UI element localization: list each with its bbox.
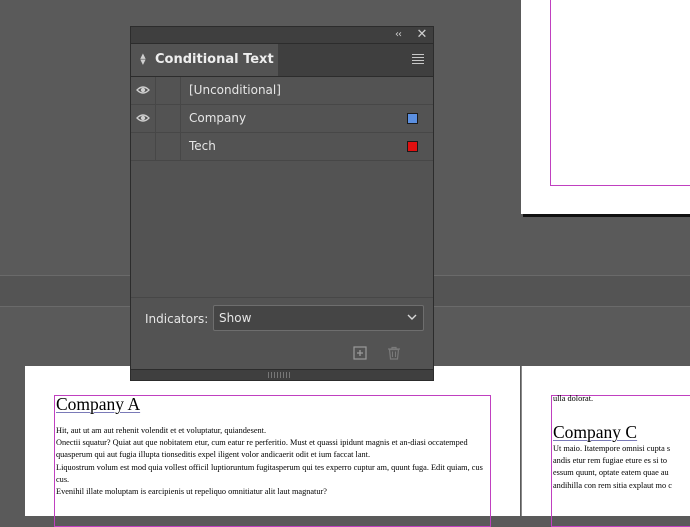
hamburger-menu-icon[interactable] xyxy=(412,54,424,64)
margin-guide xyxy=(550,0,690,186)
visibility-toggle[interactable] xyxy=(131,77,156,104)
paragraph: essum quunt, optate eatem quae au xyxy=(553,468,669,478)
text-line: ulla dolorat. xyxy=(553,394,594,403)
paragraph: Evenihil illate moluptam is earcipienis … xyxy=(56,487,327,497)
tab-expand-icon[interactable]: ▲ ▼ xyxy=(139,53,147,67)
document-page-right[interactable]: ulla dolorat. Company C Ut maio. Itatemp… xyxy=(521,366,690,527)
eye-icon[interactable] xyxy=(136,85,150,95)
condition-label: Tech xyxy=(189,139,216,153)
heading-company-a: Company A xyxy=(56,394,141,414)
condition-indicator-column xyxy=(156,105,181,132)
condition-list: [Unconditional] Company Tech xyxy=(131,77,433,302)
indicators-value: Show xyxy=(219,311,252,325)
grip-icon[interactable] xyxy=(268,372,292,378)
condition-row-unconditional[interactable]: [Unconditional] xyxy=(131,77,433,105)
close-icon[interactable]: ✕ xyxy=(415,27,429,43)
divider xyxy=(131,297,433,298)
indicators-label: Indicators: xyxy=(145,312,209,326)
paragraph: andis etur rem fugiae eture es si to xyxy=(553,456,668,466)
indicators-row: Indicators: Show xyxy=(131,304,433,334)
tab-conditional-text[interactable]: ▲ ▼ Conditional Text xyxy=(131,44,278,76)
condition-label: Company xyxy=(189,111,247,125)
color-swatch xyxy=(407,113,418,124)
condition-row-tech[interactable]: Tech xyxy=(131,133,433,161)
panel-titlebar[interactable]: ‹‹ ✕ xyxy=(131,27,433,44)
condition-indicator-column xyxy=(156,133,181,160)
document-page-top-right[interactable] xyxy=(521,0,690,214)
chevron-down-icon xyxy=(407,314,417,320)
condition-indicator-column xyxy=(156,77,181,104)
panel-tab-row: ▲ ▼ Conditional Text xyxy=(131,44,433,77)
paragraph: Ut maio. Itatempore omnisi cupta s xyxy=(553,444,671,453)
trash-icon[interactable] xyxy=(387,346,401,360)
new-condition-icon[interactable] xyxy=(353,346,367,360)
body-text-company-c: Ut maio. Itatempore omnisi cupta s andis… xyxy=(553,443,690,492)
paragraph: andihilla con rem sitia explaut mo c xyxy=(553,480,672,490)
paragraph: Liquostrum volum est mod quia vollest of… xyxy=(56,462,483,484)
panel-resize-grip[interactable] xyxy=(131,369,433,380)
color-swatch xyxy=(407,141,418,152)
condition-label: [Unconditional] xyxy=(189,83,281,97)
double-chevron-left-icon[interactable]: ‹‹ xyxy=(391,27,405,43)
eye-icon[interactable] xyxy=(136,113,150,123)
document-page-left[interactable]: Company A Hit, aut ut am aut rehenit vol… xyxy=(25,366,520,527)
indicators-dropdown[interactable]: Show xyxy=(213,305,424,331)
conditional-text-panel: ‹‹ ✕ ▲ ▼ Conditional Text [Unconditional] xyxy=(130,26,434,381)
paragraph: Onectii squatur? Quiat aut que nobitatem… xyxy=(56,438,468,460)
text-frame-company-a[interactable]: Company A Hit, aut ut am aut rehenit vol… xyxy=(54,394,491,527)
body-text-company-a: Hit, aut ut am aut rehenit volendit et e… xyxy=(56,425,488,498)
paragraph: Hit, aut ut am aut rehenit volendit et e… xyxy=(56,426,267,435)
visibility-toggle[interactable] xyxy=(131,133,156,160)
visibility-toggle[interactable] xyxy=(131,105,156,132)
tab-label: Conditional Text xyxy=(155,52,274,67)
text-frame-company-c[interactable]: ulla dolorat. Company C Ut maio. Itatemp… xyxy=(551,394,690,527)
condition-row-company[interactable]: Company xyxy=(131,105,433,133)
heading-company-c: Company C xyxy=(553,422,638,442)
